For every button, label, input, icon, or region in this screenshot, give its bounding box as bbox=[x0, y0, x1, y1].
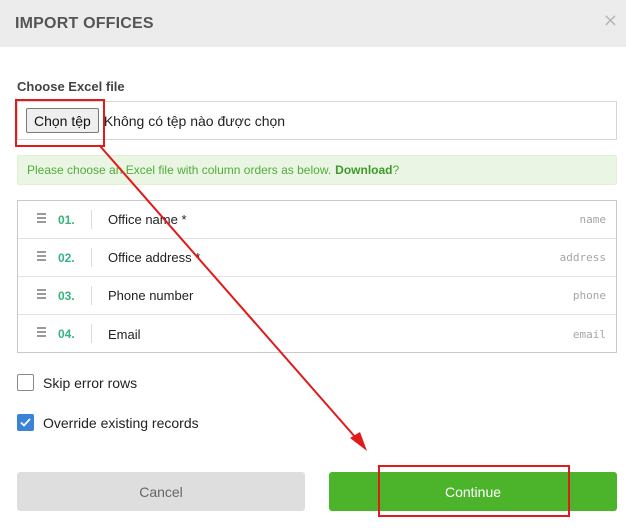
column-name: Office name * bbox=[108, 212, 187, 227]
column-divider bbox=[91, 210, 92, 229]
column-name: Office address * bbox=[108, 250, 201, 265]
info-message: Please choose an Excel file with column … bbox=[17, 155, 617, 185]
file-status-text: Không có tệp nào được chọn bbox=[103, 112, 286, 129]
override-checkbox[interactable] bbox=[17, 414, 34, 431]
drag-handle-icon[interactable] bbox=[37, 327, 46, 337]
column-divider bbox=[91, 248, 92, 267]
column-number: 01. bbox=[58, 212, 75, 227]
modal-header: IMPORT OFFICES × bbox=[0, 0, 626, 47]
column-key: name bbox=[579, 213, 607, 226]
column-row: 01. Office name * name bbox=[18, 201, 616, 239]
cancel-button[interactable]: Cancel bbox=[17, 472, 305, 511]
column-key: address bbox=[559, 251, 606, 264]
column-order-list: 01. Office name * name 02. Office addres… bbox=[17, 200, 617, 353]
column-number: 02. bbox=[58, 250, 75, 265]
skip-errors-label: Skip error rows bbox=[43, 374, 138, 391]
drag-handle-icon[interactable] bbox=[37, 251, 46, 261]
column-key: email bbox=[572, 327, 606, 341]
skip-errors-checkbox[interactable] bbox=[17, 374, 34, 391]
close-icon[interactable]: × bbox=[603, 12, 618, 30]
continue-button[interactable]: Continue bbox=[329, 472, 617, 511]
override-label: Override existing records bbox=[43, 414, 199, 431]
column-number: 03. bbox=[58, 288, 75, 303]
modal-title: IMPORT OFFICES bbox=[15, 14, 154, 32]
column-row: 04. Email email bbox=[18, 315, 616, 353]
skip-errors-option[interactable]: Skip error rows bbox=[17, 374, 137, 391]
info-text: Please choose an Excel file with column … bbox=[27, 163, 332, 177]
info-suffix: ? bbox=[392, 163, 400, 177]
column-divider bbox=[91, 286, 92, 305]
drag-handle-icon[interactable] bbox=[37, 213, 46, 223]
column-name: Phone number bbox=[108, 288, 194, 303]
file-input: Chọn tệp Không có tệp nào được chọn bbox=[17, 101, 617, 140]
check-icon bbox=[20, 418, 31, 427]
column-number: 04. bbox=[58, 327, 75, 341]
column-name: Email bbox=[108, 326, 141, 342]
choose-file-button[interactable]: Chọn tệp bbox=[26, 108, 99, 133]
column-row: 03. Phone number phone bbox=[18, 277, 616, 315]
column-row: 02. Office address * address bbox=[18, 239, 616, 277]
download-link[interactable]: Download bbox=[335, 163, 392, 177]
drag-handle-icon[interactable] bbox=[37, 289, 46, 299]
override-option[interactable]: Override existing records bbox=[17, 414, 199, 431]
column-divider bbox=[91, 324, 92, 343]
column-key: phone bbox=[572, 289, 606, 302]
file-field-label: Choose Excel file bbox=[17, 79, 125, 94]
